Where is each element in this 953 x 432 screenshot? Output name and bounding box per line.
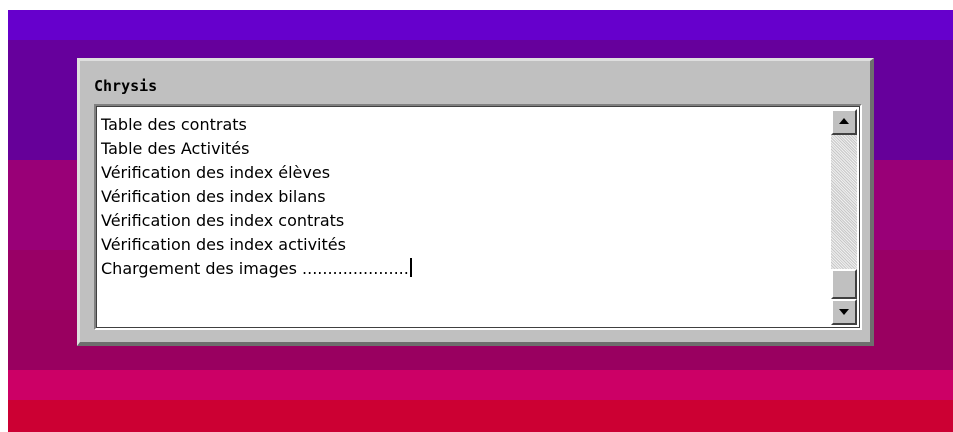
log-line-text: Table des contrats — [101, 115, 247, 134]
log-line-text: Table des Activités — [101, 139, 250, 158]
text-caret — [409, 258, 412, 277]
background-band — [8, 400, 953, 432]
dialog-title: Chrysis — [94, 77, 158, 95]
log-line-text: Vérification des index bilans — [101, 187, 326, 206]
log-line-text: Vérification des index élèves — [101, 163, 331, 182]
log-lines: Table des contrats Table des Activités V… — [101, 113, 412, 281]
log-line-text: Vérification des index contrats — [101, 211, 345, 230]
scroll-thumb[interactable] — [831, 269, 857, 299]
log-line: Vérification des index bilans — [101, 185, 412, 209]
progress-log[interactable]: Table des contrats Table des Activités V… — [94, 104, 862, 330]
log-line: Vérification des index élèves — [101, 161, 412, 185]
loading-dialog: Chrysis Table des contrats Table des Act… — [77, 58, 874, 346]
log-line-text: Vérification des index activités — [101, 235, 346, 254]
arrow-down-icon — [839, 309, 849, 315]
vertical-scrollbar[interactable] — [831, 109, 857, 325]
background-band — [8, 370, 953, 400]
log-line: Chargement des images ..................… — [101, 257, 412, 281]
arrow-up-icon — [839, 118, 849, 124]
log-line-text: Chargement des images ..................… — [101, 259, 409, 278]
log-line: Table des contrats — [101, 113, 412, 137]
log-line: Vérification des index contrats — [101, 209, 412, 233]
background-band — [8, 10, 953, 40]
log-line: Vérification des index activités — [101, 233, 412, 257]
scroll-down-button[interactable] — [831, 299, 857, 325]
scroll-up-button[interactable] — [831, 109, 857, 135]
desktop: Chrysis Table des contrats Table des Act… — [0, 0, 953, 432]
log-line: Table des Activités — [101, 137, 412, 161]
